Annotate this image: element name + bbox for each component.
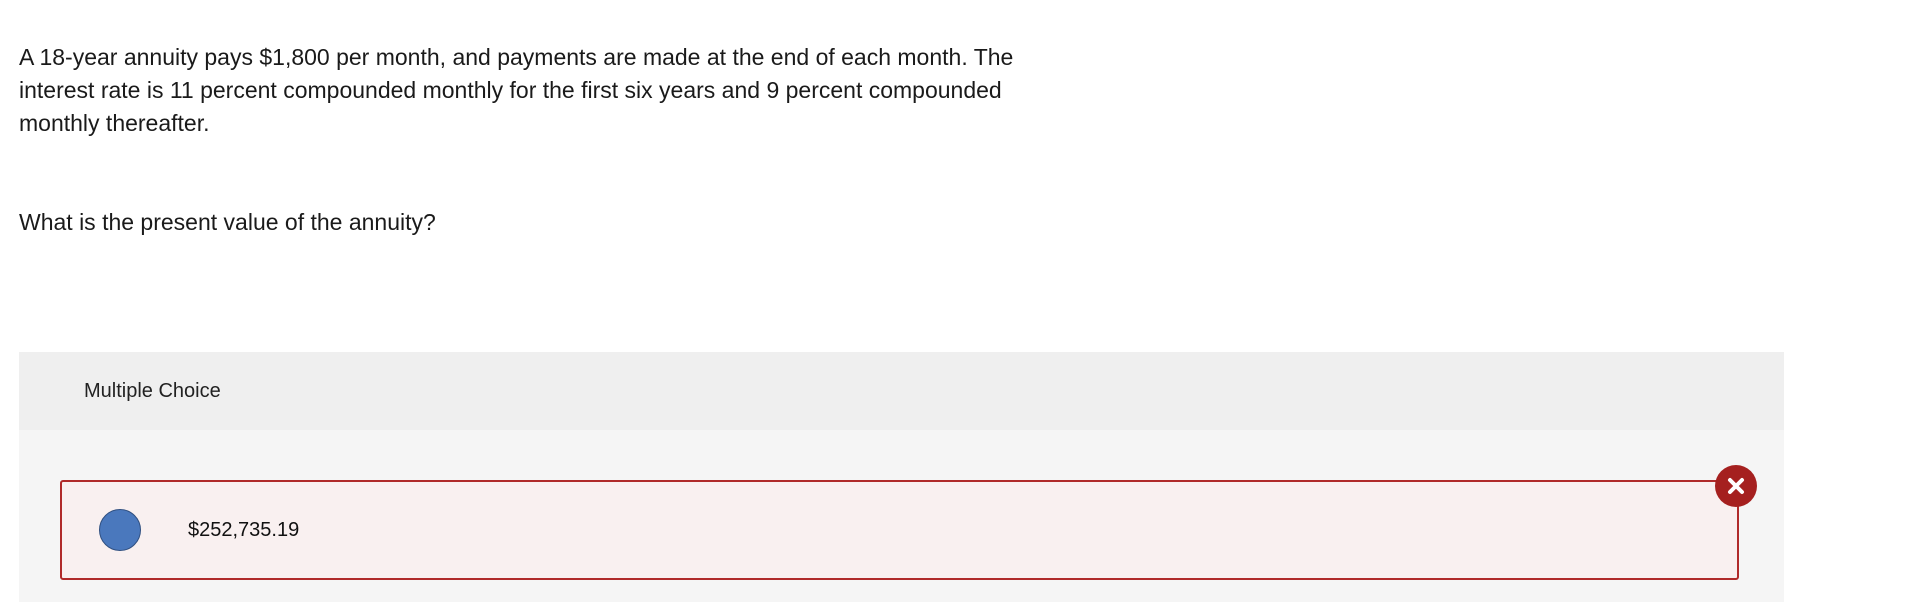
incorrect-badge bbox=[1715, 465, 1757, 507]
close-icon bbox=[1728, 478, 1744, 494]
question-text: A 18-year annuity pays $1,800 per month,… bbox=[19, 44, 1014, 136]
question-prompt: What is the present value of the annuity… bbox=[19, 209, 436, 235]
answer-option-label: $252,735.19 bbox=[188, 518, 300, 541]
multiple-choice-header: Multiple Choice bbox=[19, 352, 1784, 430]
multiple-choice-panel: Multiple Choice $252,735.19 bbox=[19, 352, 1784, 602]
radio-button[interactable] bbox=[99, 509, 141, 551]
answer-option[interactable]: $252,735.19 bbox=[60, 480, 1739, 580]
